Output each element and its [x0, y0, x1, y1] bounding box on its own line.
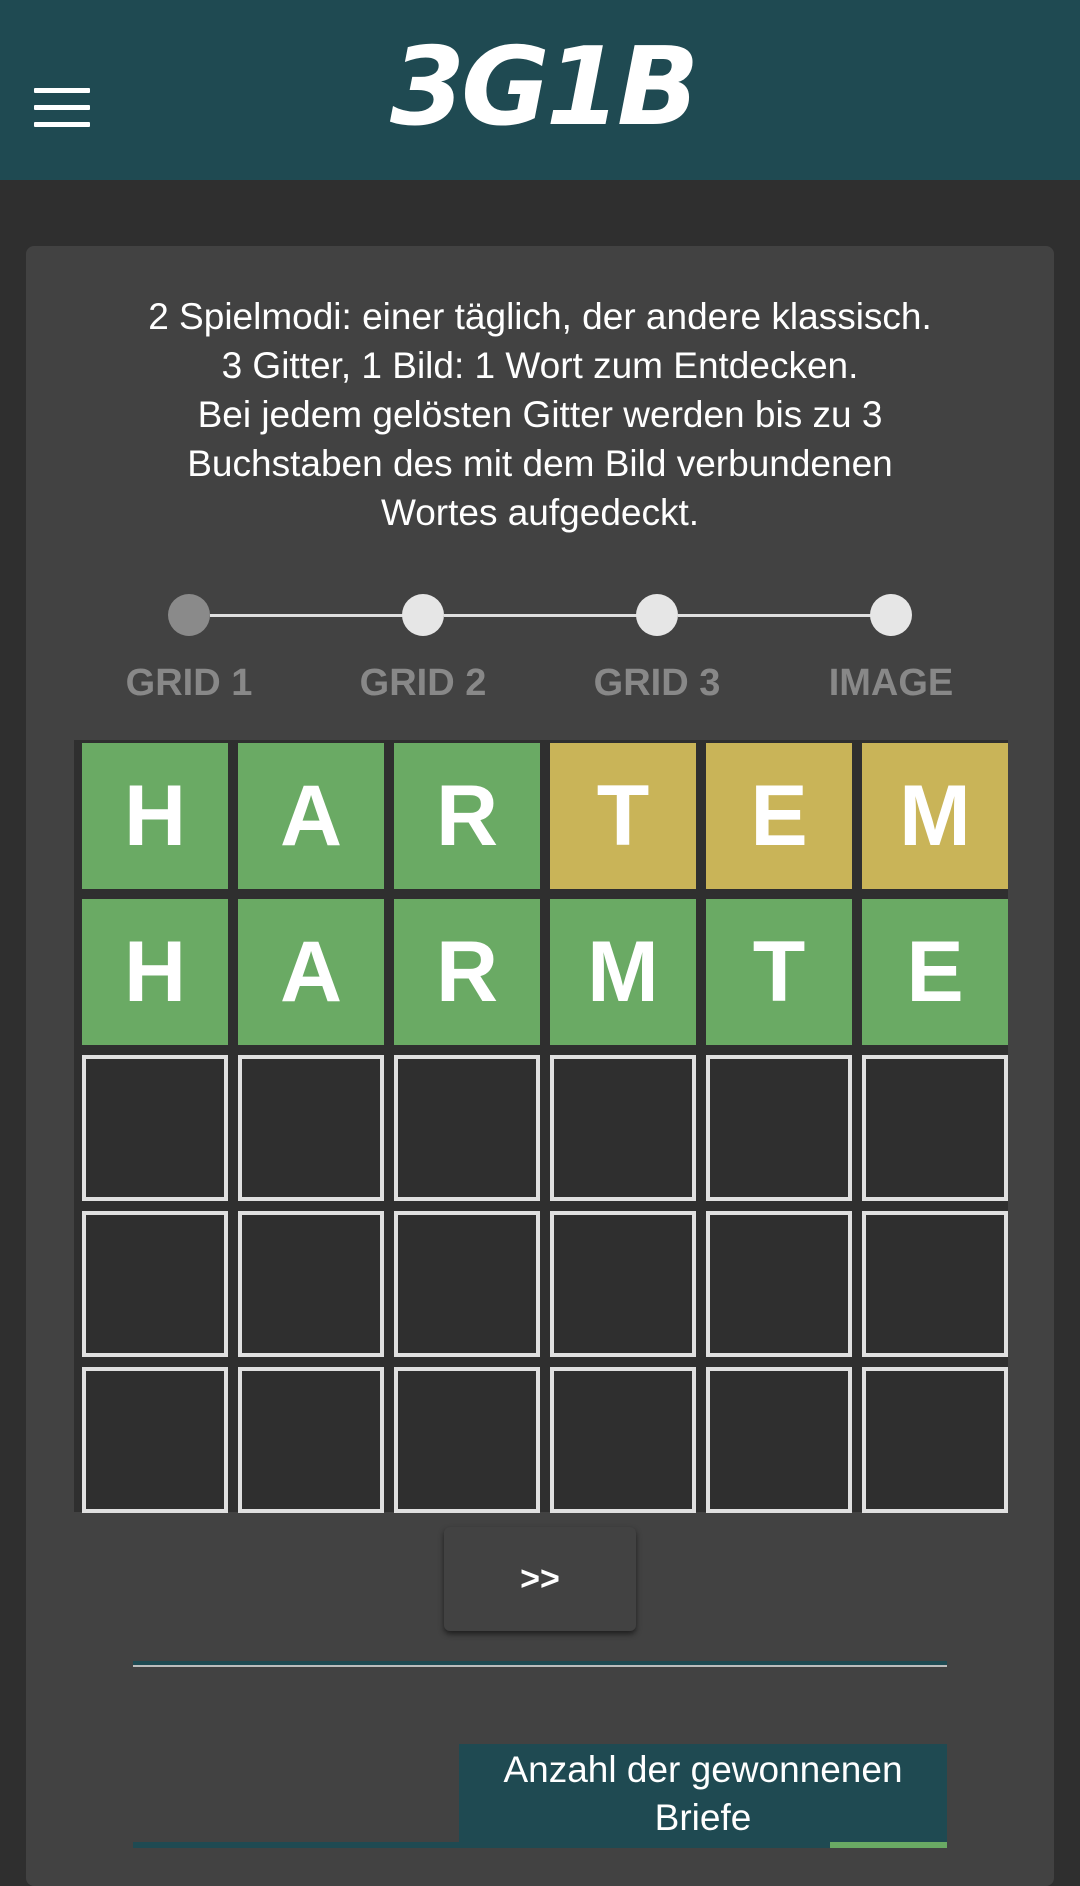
grid-tile — [550, 1211, 696, 1357]
grid-tile — [706, 1055, 852, 1201]
grid-tile — [706, 1367, 852, 1513]
next-button[interactable]: >> — [444, 1527, 636, 1631]
hamburger-menu-icon[interactable] — [34, 88, 90, 128]
menu-bar — [34, 105, 90, 110]
grid-tile: M — [550, 899, 696, 1045]
grid-tile — [862, 1211, 1008, 1357]
grid-tile — [862, 1367, 1008, 1513]
intro-line: Buchstaben des mit dem Bild verbundenen — [187, 443, 893, 484]
grid-tile — [238, 1211, 384, 1357]
progress-stepper: GRID 1 GRID 2 GRID 3 IMAGE — [0, 590, 1080, 710]
intro-text: 2 Spielmodi: einer täglich, der andere k… — [60, 292, 1020, 537]
step-dot-image[interactable] — [870, 594, 912, 636]
stat-bar — [133, 1842, 459, 1848]
stepper-connector — [444, 614, 658, 617]
stat-title: Briefe — [654, 1797, 752, 1838]
step-dot-grid-3[interactable] — [636, 594, 678, 636]
grid-tile — [706, 1211, 852, 1357]
grid-tile: H — [82, 899, 228, 1045]
step-dot-grid-2[interactable] — [402, 594, 444, 636]
grid-tile: A — [238, 899, 384, 1045]
grid-tile: M — [862, 743, 1008, 889]
grid-tile — [394, 1211, 540, 1357]
menu-bar — [34, 88, 90, 93]
grid-tile — [550, 1055, 696, 1201]
stepper-connector — [678, 614, 892, 617]
grid-tile: T — [706, 899, 852, 1045]
grid-tile: E — [862, 899, 1008, 1045]
grid-tile: T — [550, 743, 696, 889]
stat-bar — [830, 1842, 947, 1848]
grid-tile — [394, 1367, 540, 1513]
menu-bar — [34, 122, 90, 127]
grid-tile — [82, 1367, 228, 1513]
grid-tile: H — [82, 743, 228, 889]
step-label-grid-1[interactable]: GRID 1 — [89, 662, 289, 705]
grid-tile — [394, 1055, 540, 1201]
app-logo: 3G1B — [390, 25, 699, 150]
stepper-connector — [210, 614, 424, 617]
intro-line: Wortes aufgedeckt. — [380, 492, 700, 533]
intro-line: 2 Spielmodi: einer täglich, der andere k… — [148, 296, 932, 337]
grid-tile: R — [394, 743, 540, 889]
grid-tile — [238, 1055, 384, 1201]
stat-title: Anzahl der gewonnenen — [503, 1749, 903, 1790]
app-header: 3G1B — [0, 0, 1080, 180]
step-label-grid-3[interactable]: GRID 3 — [557, 662, 757, 705]
grid-tile: A — [238, 743, 384, 889]
won-letters-stat: Anzahl der gewonnenen Briefe — [459, 1744, 947, 1848]
intro-line: Bei jedem gelösten Gitter werden bis zu … — [197, 394, 883, 435]
grid-tile: E — [706, 743, 852, 889]
intro-line: 3 Gitter, 1 Bild: 1 Wort zum Entdecken. — [221, 345, 859, 386]
grid-tile — [862, 1055, 1008, 1201]
grid-tile — [550, 1367, 696, 1513]
step-label-grid-2[interactable]: GRID 2 — [323, 662, 523, 705]
letter-grid: HARTEMHARMTE — [74, 740, 1008, 1513]
step-label-image[interactable]: IMAGE — [791, 662, 991, 705]
grid-tile — [238, 1367, 384, 1513]
grid-tile: R — [394, 899, 540, 1045]
grid-tile — [82, 1211, 228, 1357]
step-dot-grid-1[interactable] — [168, 594, 210, 636]
section-divider — [133, 1661, 947, 1667]
grid-tile — [82, 1055, 228, 1201]
